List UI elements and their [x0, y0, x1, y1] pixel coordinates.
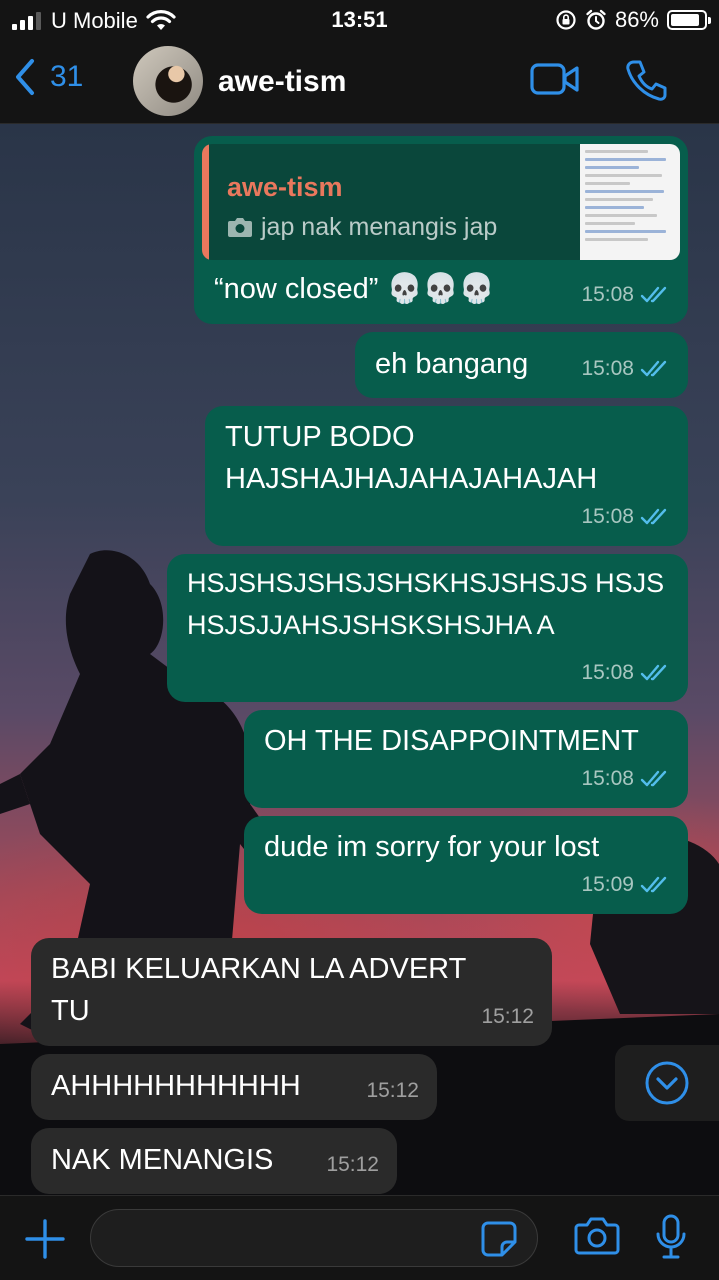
message-text: BABI KELUARKAN LA ADVERT TU	[51, 953, 466, 1027]
message-time: 15:08	[581, 661, 634, 684]
message-meta: 15:12	[366, 1070, 419, 1112]
double-check-icon	[640, 876, 667, 893]
message-text: AHHHHHHHHHHH	[51, 1070, 301, 1102]
camera-icon[interactable]	[574, 1216, 620, 1256]
plus-icon[interactable]	[24, 1218, 66, 1260]
quoted-message[interactable]: awe-tism jap nak menangis jap	[202, 144, 680, 260]
phone-icon[interactable]	[624, 58, 668, 102]
message-meta: 15:08	[581, 652, 670, 694]
message-text: NAK MENANGIS	[51, 1144, 274, 1176]
chat-area[interactable]: awe-tism jap nak menangis jap “now close…	[0, 124, 719, 1195]
message-bubble-outgoing[interactable]: HSJSHSJSHSJSHSKHSJSHSJS HSJSHSJSJJAHSJSH…	[167, 554, 688, 702]
battery-fill	[671, 14, 699, 26]
message-bubble-incoming[interactable]: AHHHHHHHHHHH 15:12	[31, 1054, 437, 1120]
message-bubble-outgoing[interactable]: OH THE DISAPPOINTMENT 15:08	[244, 710, 688, 808]
message-time: 15:12	[481, 1005, 534, 1028]
quote-text-row: jap nak menangis jap	[227, 206, 497, 248]
scroll-to-bottom-button[interactable]	[615, 1045, 719, 1121]
message-meta: 15:12	[326, 1144, 379, 1186]
message-composer	[0, 1195, 719, 1280]
message-meta: 15:08	[581, 348, 670, 390]
unread-count: 31	[50, 60, 84, 93]
quote-thumbnail	[580, 144, 680, 260]
chat-header: 31 awe-tism	[0, 40, 719, 124]
double-check-icon	[640, 770, 667, 787]
back-button[interactable]: 31	[14, 58, 83, 96]
quote-author: awe-tism	[227, 172, 343, 202]
message-bubble-incoming[interactable]: NAK MENANGIS 15:12	[31, 1128, 397, 1194]
microphone-icon[interactable]	[654, 1214, 688, 1260]
video-camera-icon[interactable]	[530, 62, 580, 96]
message-time: 15:08	[581, 283, 634, 306]
double-check-icon	[640, 360, 667, 377]
contact-name[interactable]: awe-tism	[218, 65, 346, 99]
message-time: 15:08	[581, 767, 634, 790]
message-text: HSJSHSJSHSJSHSKHSJSHSJS HSJSHSJSJJAHSJSH…	[187, 568, 665, 640]
message-bubble-outgoing[interactable]: TUTUP BODO HAJSHAJHAJAHAJAHAJAH 15:08	[205, 406, 688, 546]
message-bubble-outgoing[interactable]: awe-tism jap nak menangis jap “now close…	[194, 136, 688, 324]
quote-accent-bar	[202, 144, 209, 260]
double-check-icon	[640, 508, 667, 525]
message-meta: 15:08	[581, 758, 670, 800]
status-right: 86%	[555, 7, 711, 33]
message-input[interactable]	[90, 1209, 538, 1267]
chevron-left-icon	[16, 59, 34, 95]
message-text: “now closed” 💀💀💀	[214, 273, 495, 305]
double-check-icon	[640, 286, 667, 303]
message-meta: 15:09	[581, 864, 670, 906]
chevron-down-circle-icon	[645, 1061, 689, 1105]
sticker-icon[interactable]	[480, 1220, 518, 1258]
quote-text: jap nak menangis jap	[261, 213, 498, 241]
alarm-icon	[586, 9, 606, 30]
message-time: 15:09	[581, 873, 634, 896]
avatar[interactable]	[133, 46, 203, 116]
message-bubble-outgoing[interactable]: dude im sorry for your lost 15:09	[244, 816, 688, 914]
message-meta: 15:12	[481, 996, 534, 1038]
camera-icon	[228, 218, 252, 237]
message-bubble-outgoing[interactable]: eh bangang 15:08	[355, 332, 688, 398]
message-meta: 15:08	[581, 274, 670, 316]
battery-percent: 86%	[614, 7, 659, 32]
message-time: 15:12	[366, 1079, 419, 1102]
orientation-lock-icon	[556, 10, 576, 30]
message-text: eh bangang	[375, 348, 529, 380]
battery-icon	[667, 10, 711, 30]
status-bar: U Mobile 13:51 86%	[0, 0, 719, 40]
message-time: 15:08	[581, 357, 634, 380]
message-bubble-incoming[interactable]: BABI KELUARKAN LA ADVERT TU 15:12	[31, 938, 552, 1046]
message-text: dude im sorry for your lost	[264, 831, 600, 863]
message-meta: 15:08	[581, 496, 670, 538]
message-time: 15:08	[581, 505, 634, 528]
message-time: 15:12	[326, 1153, 379, 1176]
double-check-icon	[640, 664, 667, 681]
message-text: TUTUP BODO HAJSHAJHAJAHAJAHAJAH	[225, 421, 598, 495]
message-text: OH THE DISAPPOINTMENT	[264, 725, 639, 757]
